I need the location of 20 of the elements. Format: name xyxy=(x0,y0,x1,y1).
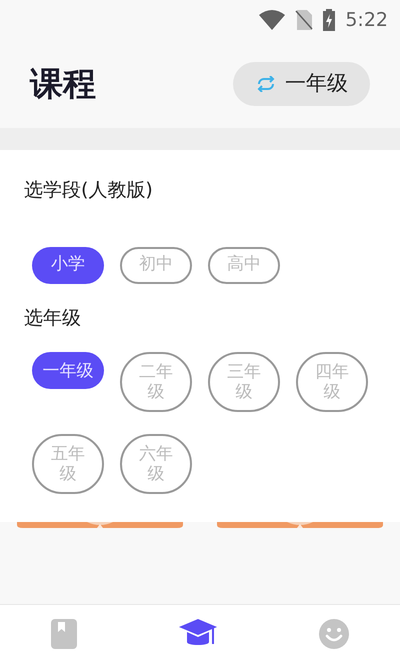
stage-chip[interactable]: 小学 xyxy=(32,246,104,284)
grade-chip[interactable]: 四年级 xyxy=(296,352,368,412)
bookmark-book-icon[interactable] xyxy=(51,618,77,648)
grade-chip[interactable]: 二年级 xyxy=(120,352,192,412)
no-sim-icon xyxy=(295,10,314,30)
grade-chip[interactable]: 六年级 xyxy=(120,434,192,494)
stage-chip[interactable]: 初中 xyxy=(120,246,192,284)
smiley-face-icon[interactable] xyxy=(319,618,349,648)
page-title: 课程 xyxy=(30,63,96,106)
wifi-icon xyxy=(259,10,286,30)
stage-chip[interactable]: 高中 xyxy=(208,246,280,284)
section-title: 选学段(人教版) xyxy=(24,178,154,203)
grade-chip[interactable]: 五年级 xyxy=(32,434,104,494)
grade-chip[interactable]: 一年级 xyxy=(32,352,104,389)
battery-charging-icon xyxy=(323,9,336,31)
grade-switch-button[interactable]: 一年级 xyxy=(233,62,370,106)
switch-arrows-icon xyxy=(255,76,277,92)
grade-chip[interactable]: 三年级 xyxy=(208,352,280,412)
status-time: 5:22 xyxy=(345,8,388,33)
section-title: 选年级 xyxy=(24,306,82,330)
